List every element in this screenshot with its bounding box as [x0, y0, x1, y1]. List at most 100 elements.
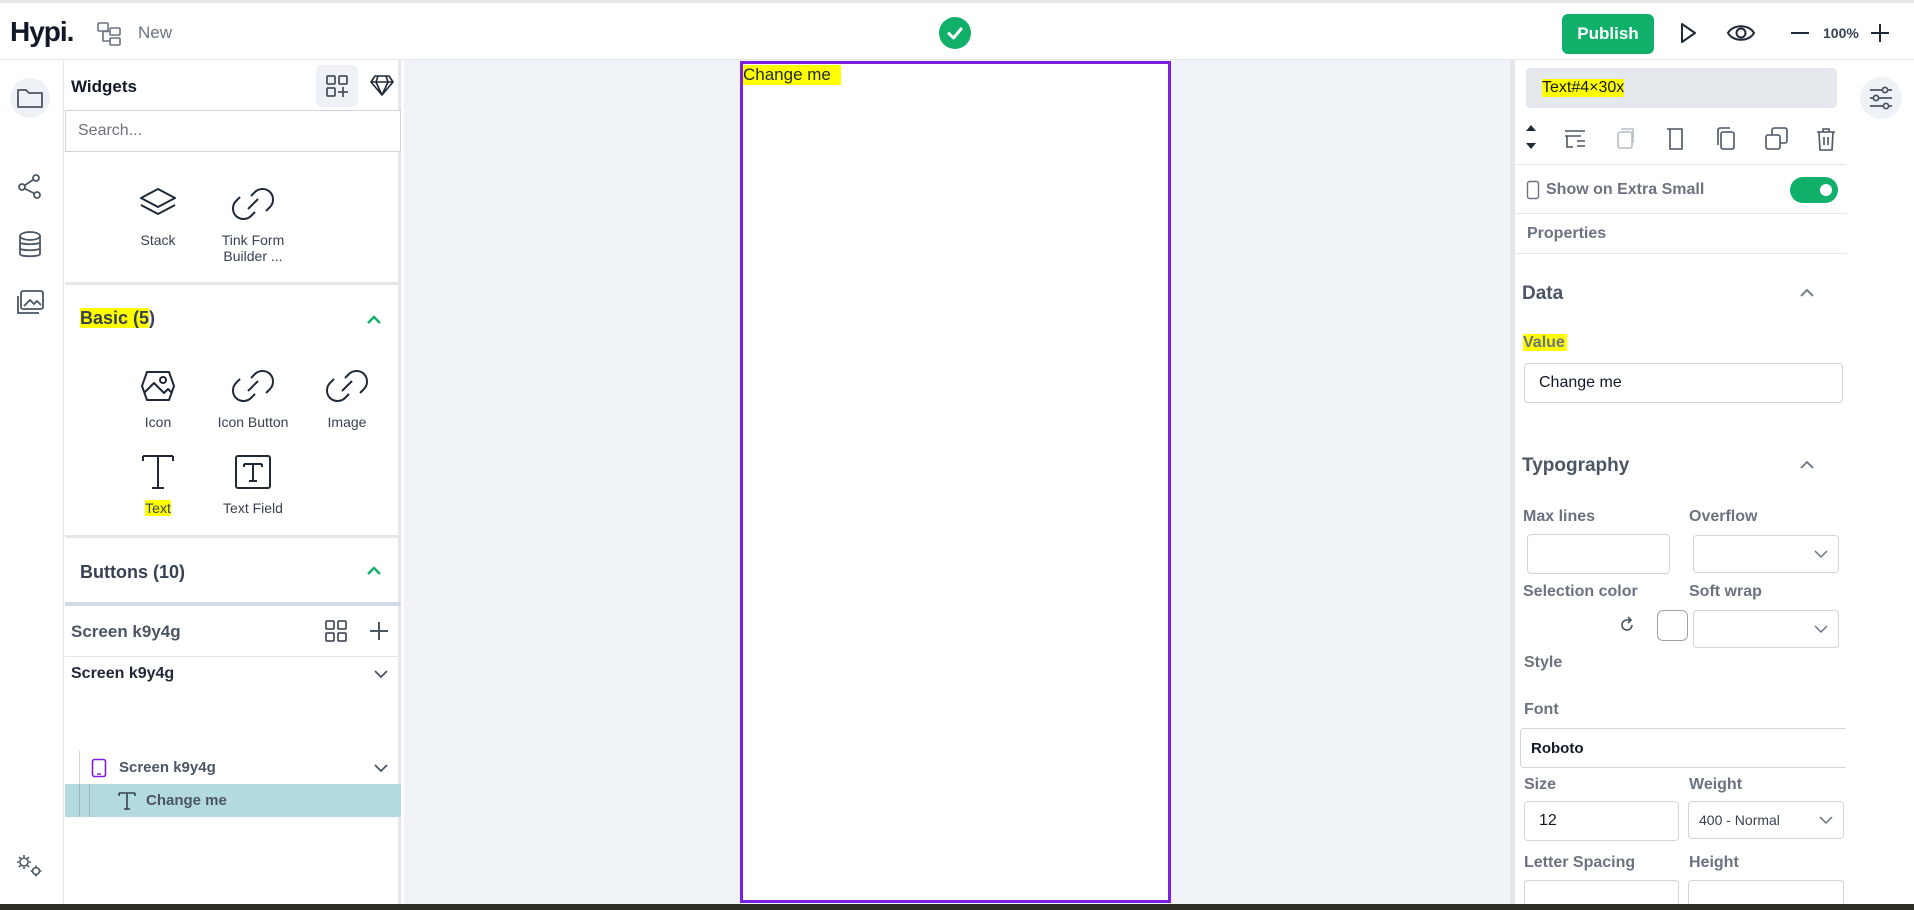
- selected-widget-name[interactable]: Text#4×30x: [1526, 68, 1837, 108]
- widgets-title: Widgets: [71, 77, 137, 96]
- chevron-up-icon[interactable]: [363, 560, 385, 582]
- text-field-icon: [207, 450, 299, 494]
- text-icon: [117, 791, 137, 816]
- tree-row-screen-root[interactable]: Screen k9y4g: [65, 657, 401, 690]
- preview-eye-icon[interactable]: [1726, 19, 1756, 47]
- mobile-device-icon: [91, 758, 107, 783]
- screens-grid-icon[interactable]: [323, 618, 349, 649]
- chevron-up-icon[interactable]: [1797, 455, 1817, 480]
- soft-wrap-select[interactable]: [1693, 610, 1839, 648]
- chevron-up-icon[interactable]: [363, 309, 385, 331]
- project-name[interactable]: New: [138, 23, 172, 43]
- selection-color-label: Selection color: [1523, 583, 1638, 600]
- max-lines-input[interactable]: [1527, 534, 1670, 574]
- divider: [65, 282, 401, 285]
- add-widget-grid-icon[interactable]: [316, 65, 358, 107]
- workflow-nodes-icon[interactable]: [10, 166, 50, 206]
- widget-tink-form-builder[interactable]: Tink Form Builder ...: [207, 182, 299, 264]
- value-input[interactable]: Change me: [1524, 363, 1843, 403]
- files-folder-icon[interactable]: [10, 78, 50, 118]
- zoom-level: 100%: [1823, 25, 1859, 41]
- premium-gem-icon[interactable]: [366, 69, 398, 101]
- show-on-extra-small-row: Show on Extra Small: [1515, 164, 1846, 214]
- chevron-down-icon[interactable]: [373, 666, 389, 687]
- size-label: Size: [1524, 776, 1557, 793]
- top-bar: Hypi. New Publish 100%: [0, 0, 1914, 60]
- play-icon[interactable]: [1673, 19, 1701, 47]
- soft-wrap-label: Soft wrap: [1689, 583, 1762, 600]
- chevron-up-icon[interactable]: [1797, 283, 1817, 308]
- tree-guide: [89, 784, 90, 817]
- panel-splitter[interactable]: [65, 602, 401, 606]
- duplicate-icon[interactable]: [1761, 124, 1791, 154]
- properties-tune-icon[interactable]: [1860, 77, 1902, 119]
- stack-icon: [112, 182, 204, 226]
- style-label: Style: [1524, 654, 1563, 671]
- tree-guide: [79, 751, 80, 784]
- widget-text-field[interactable]: Text Field: [207, 450, 299, 516]
- media-gallery-icon[interactable]: [10, 282, 50, 322]
- value-label: Value: [1523, 334, 1567, 351]
- selection-color-swatch[interactable]: [1657, 610, 1688, 641]
- link-icon: [301, 364, 393, 408]
- widget-search-input[interactable]: [65, 110, 401, 152]
- divider: [1515, 253, 1846, 254]
- copy-icon[interactable]: [1711, 124, 1741, 154]
- max-lines-label: Max lines: [1523, 508, 1596, 525]
- taskbar-strip: [0, 904, 1914, 910]
- buttons-section-title[interactable]: Buttons (10): [80, 562, 185, 583]
- properties-title: Properties: [1527, 225, 1607, 242]
- overflow-label: Overflow: [1689, 508, 1758, 525]
- canvas-text-widget[interactable]: Change me: [743, 65, 841, 85]
- mobile-device-icon: [1526, 180, 1540, 205]
- widget-stack[interactable]: Stack: [112, 182, 204, 248]
- wrap-icon[interactable]: [1560, 124, 1590, 154]
- show-on-extra-small-toggle[interactable]: [1790, 177, 1838, 203]
- image-icon: [112, 364, 204, 408]
- link-icon: [207, 182, 299, 226]
- font-label: Font: [1524, 701, 1559, 718]
- move-down-icon[interactable]: [1524, 140, 1538, 158]
- text-icon: [112, 450, 204, 494]
- reset-color-icon[interactable]: [1618, 616, 1636, 639]
- add-screen-plus-icon[interactable]: [366, 618, 392, 649]
- screen-frame[interactable]: Change me: [740, 61, 1171, 903]
- chevron-down-icon[interactable]: [373, 760, 389, 781]
- widget-icon[interactable]: Icon: [112, 364, 204, 430]
- typography-group-title[interactable]: Typography: [1522, 455, 1629, 477]
- zoom-in-icon[interactable]: [1866, 19, 1894, 47]
- size-input[interactable]: 12: [1524, 801, 1679, 841]
- database-icon[interactable]: [10, 225, 50, 265]
- weight-select[interactable]: 400 - Normal: [1688, 801, 1844, 839]
- widget-text[interactable]: Text: [112, 450, 204, 516]
- basic-section-title[interactable]: Basic (5): [80, 308, 155, 329]
- app-logo: Hypi.: [10, 16, 74, 47]
- overflow-select[interactable]: [1693, 535, 1839, 573]
- left-rail: [0, 60, 64, 905]
- settings-gears-icon[interactable]: [10, 846, 50, 886]
- tree-guide: [79, 784, 80, 817]
- widgets-panel: Widgets Stack Tink Form Builder ... Basi…: [65, 60, 401, 905]
- right-rail: [1846, 60, 1914, 905]
- properties-panel: Text#4×30x Show on Extra Small Propertie…: [1510, 60, 1848, 910]
- divider: [65, 535, 401, 538]
- delete-trash-icon[interactable]: [1811, 124, 1841, 154]
- link-icon: [207, 364, 299, 408]
- design-canvas[interactable]: Change me: [404, 60, 1510, 905]
- tree-row-screen-child[interactable]: Screen k9y4g: [65, 751, 401, 784]
- font-select[interactable]: Roboto: [1520, 728, 1848, 768]
- page-tree-icon[interactable]: [95, 19, 123, 47]
- zoom-out-icon[interactable]: [1786, 19, 1814, 47]
- screens-header: Screen k9y4g: [71, 622, 181, 641]
- saved-status-check-icon: [939, 17, 971, 49]
- publish-button[interactable]: Publish: [1562, 14, 1654, 54]
- data-group-title[interactable]: Data: [1522, 283, 1563, 305]
- move-up-icon[interactable]: [1524, 120, 1538, 138]
- weight-label: Weight: [1689, 776, 1743, 793]
- widget-image[interactable]: Image: [301, 364, 393, 430]
- tree-row-text-change-me[interactable]: Change me: [65, 784, 401, 817]
- cut-icon[interactable]: [1661, 124, 1691, 154]
- widget-icon-button[interactable]: Icon Button: [207, 364, 299, 430]
- letter-spacing-label: Letter Spacing: [1524, 854, 1636, 871]
- unwrap-icon[interactable]: [1610, 124, 1640, 154]
